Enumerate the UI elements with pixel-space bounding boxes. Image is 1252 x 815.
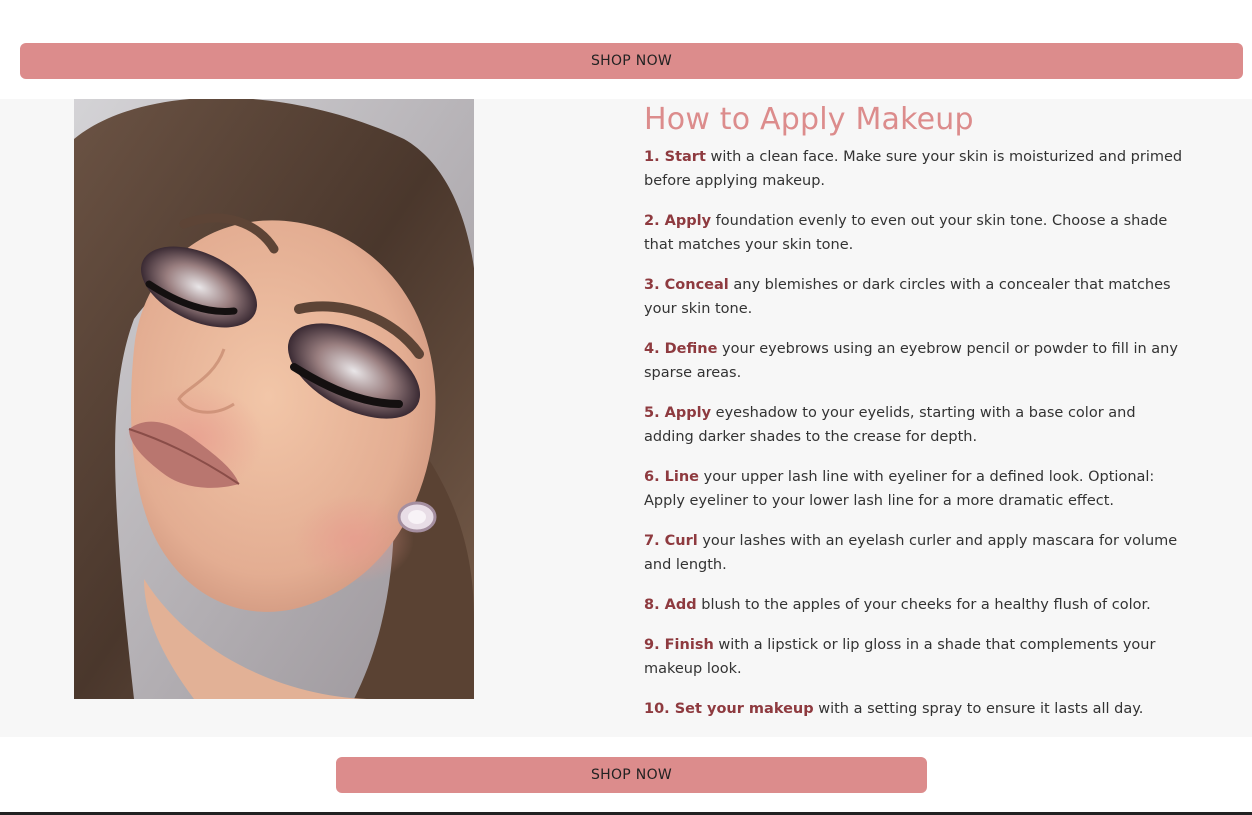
step-text: your lashes with an eyelash curler and a… <box>644 533 1178 573</box>
step-text: foundation evenly to even out your skin … <box>644 213 1168 253</box>
shop-now-button-bottom[interactable]: SHOP NOW <box>336 757 927 793</box>
shop-now-button-top[interactable]: SHOP NOW <box>20 43 1243 79</box>
page-title: How to Apply Makeup <box>644 102 974 137</box>
steps-list: 1. Start with a clean face. Make sure yo… <box>644 145 1189 721</box>
step-item: 3. Conceal any blemishes or dark circles… <box>644 273 1189 321</box>
step-item: 4. Define your eyebrows using an eyebrow… <box>644 337 1189 385</box>
step-text: with a lipstick or lip gloss in a shade … <box>644 637 1156 677</box>
step-text: your eyebrows using an eyebrow pencil or… <box>644 341 1178 381</box>
step-text: blush to the apples of your cheeks for a… <box>696 597 1151 613</box>
step-lead: 10. Set your makeup <box>644 701 814 717</box>
step-text: eyeshadow to your eyelids, starting with… <box>644 405 1136 445</box>
step-item: 5. Apply eyeshadow to your eyelids, star… <box>644 401 1189 449</box>
step-lead: 4. Define <box>644 341 718 357</box>
instructions-panel: How to Apply Makeup 1. Start with a clea… <box>644 99 1189 721</box>
step-text: with a setting spray to ensure it lasts … <box>813 701 1144 717</box>
step-item: 8. Add blush to the apples of your cheek… <box>644 593 1189 617</box>
step-item: 2. Apply foundation evenly to even out y… <box>644 209 1189 257</box>
step-item: 9. Finish with a lipstick or lip gloss i… <box>644 633 1189 681</box>
step-item: 1. Start with a clean face. Make sure yo… <box>644 145 1189 193</box>
step-lead: 5. Apply <box>644 405 712 421</box>
step-item: 7. Curl your lashes with an eyelash curl… <box>644 529 1189 577</box>
step-item: 10. Set your makeup with a setting spray… <box>644 697 1189 721</box>
makeup-model-photo <box>74 99 474 699</box>
step-lead: 6. Line <box>644 469 700 485</box>
step-lead: 1. Start <box>644 149 706 165</box>
step-lead: 8. Add <box>644 597 697 613</box>
step-lead: 9. Finish <box>644 637 714 653</box>
step-item: 6. Line your upper lash line with eyelin… <box>644 465 1189 513</box>
step-lead: 7. Curl <box>644 533 698 549</box>
step-lead: 3. Conceal <box>644 277 729 293</box>
step-text: with a clean face. Make sure your skin i… <box>644 149 1183 189</box>
step-lead: 2. Apply <box>644 213 712 229</box>
step-text: your upper lash line with eyeliner for a… <box>644 469 1155 509</box>
